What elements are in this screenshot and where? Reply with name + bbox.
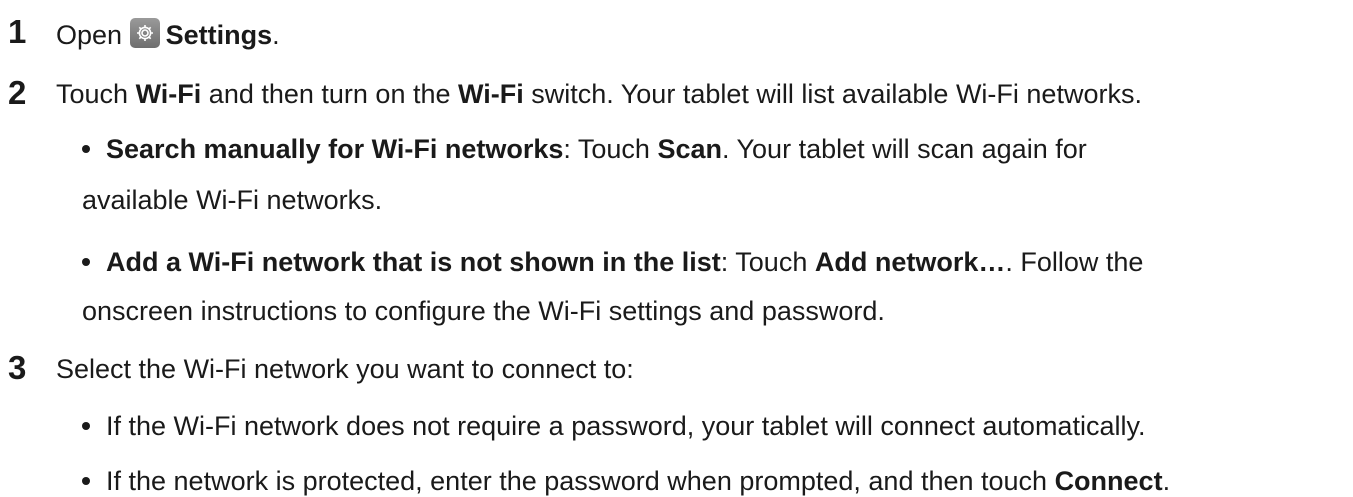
bullet-1-title: Search manually for Wi-Fi networks	[106, 134, 564, 164]
step-2-bullet-1: Search manually for Wi-Fi networks: Touc…	[106, 133, 1087, 165]
step-number-3: 3	[8, 349, 27, 386]
step-3-text: Select the Wi-Fi network you want to con…	[56, 354, 634, 384]
bullet-dot	[82, 145, 90, 153]
step-2-bullet-1-cont: available Wi-Fi networks.	[82, 185, 383, 215]
step-2-rest: switch. Your tablet will list available …	[523, 79, 1142, 109]
bullet-2-rest: . Follow the	[1005, 247, 1144, 277]
bullet-1-rest: . Your tablet will scan again for	[722, 134, 1087, 164]
bullet-dot	[82, 258, 90, 266]
instructions-document: 1 Open Settings. 2 Touch Wi-Fi and then …	[0, 0, 1353, 497]
bullet-dot	[82, 477, 90, 485]
bullet-3-2-connect: Connect	[1054, 466, 1163, 496]
bullet-3-2-end: .	[1162, 466, 1171, 496]
bullet-2-add-network: Add network…	[814, 247, 1006, 277]
step-1-period: .	[272, 20, 280, 50]
step-2-then: and then turn on the	[201, 79, 458, 109]
step-2-bullet-2: Add a Wi-Fi network that is not shown in…	[106, 246, 1143, 278]
bullet-1-mid: : Touch	[563, 134, 658, 164]
step-2-wifi-switch: Wi-Fi	[458, 79, 524, 109]
step-1-text: Open Settings.	[56, 18, 280, 51]
settings-gear-icon	[129, 18, 160, 48]
bullet-dot	[82, 422, 90, 430]
step-number-2: 2	[8, 74, 27, 111]
step-3-bullet-2: If the network is protected, enter the p…	[106, 465, 1170, 497]
step-3-bullet-1: If the Wi-Fi network does not require a …	[106, 411, 1146, 441]
step-number-1: 1	[8, 13, 27, 50]
bullet-2-title: Add a Wi-Fi network that is not shown in…	[106, 247, 721, 277]
bullet-2-mid: : Touch	[720, 247, 815, 277]
bullet-1-scan: Scan	[657, 134, 722, 164]
step-1-open: Open	[56, 20, 123, 50]
step-2-wifi: Wi-Fi	[135, 79, 202, 109]
step-1-settings: Settings	[165, 20, 273, 50]
step-2-touch: Touch	[56, 79, 136, 109]
step-2-bullet-2-cont: onscreen instructions to configure the W…	[82, 296, 885, 326]
bullet-3-2-text: If the network is protected, enter the p…	[106, 466, 1055, 496]
step-2-text: Touch Wi-Fi and then turn on the Wi-Fi s…	[56, 78, 1142, 110]
